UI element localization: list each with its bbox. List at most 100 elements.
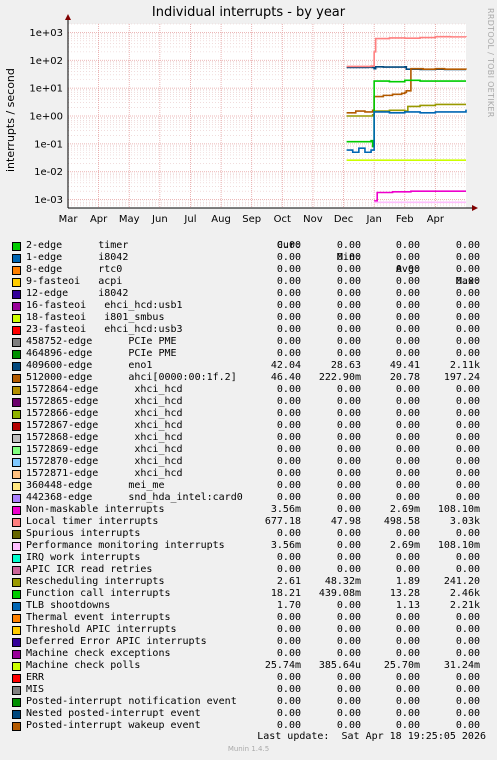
legend-row: 1572865-edge xhci_hcd 0.00 0.00 0.00 0.00 [12, 396, 488, 408]
munin-version: Munin 1.4.5 [227, 745, 270, 753]
x-axis-arrow [472, 205, 478, 211]
legend-max: 108.10m [437, 540, 480, 551]
legend-series-name: 18-fasteoi i801_smbus [26, 312, 165, 323]
legend-swatch [12, 662, 21, 671]
legend-max: 0.00 [455, 672, 480, 683]
legend-swatch [12, 446, 21, 455]
legend-series-name: 1572871-edge xhci_hcd [26, 468, 183, 479]
x-tick-label: Mar [59, 214, 79, 225]
legend-swatch [12, 638, 21, 647]
y-axis-label: interrupts / second [4, 68, 17, 172]
legend-row: Machine check exceptions 0.00 0.00 0.00 0.00 [12, 648, 488, 660]
legend-series-name: 1572868-edge xhci_hcd [26, 432, 183, 443]
legend-max: 0.00 [455, 336, 480, 347]
legend-swatch [12, 290, 21, 299]
y-tick-label: 1e-02 [34, 167, 63, 178]
legend-max: 0.00 [455, 696, 480, 707]
legend-swatch [12, 386, 21, 395]
x-tick-label: Nov [303, 214, 323, 225]
legend-series-name: 1572869-edge xhci_hcd [26, 444, 183, 455]
legend-row: 458752-edge PCIe PME 0.00 0.00 0.00 0.00 [12, 336, 488, 348]
legend-row: 1572871-edge xhci_hcd 0.00 0.00 0.00 0.00 [12, 468, 488, 480]
legend-row: Rescheduling interrupts 2.61 48.32m 1.89 241… [12, 576, 488, 588]
legend-max: 197.24 [443, 372, 480, 383]
legend-swatch [12, 314, 21, 323]
legend-row: 442368-edge snd_hda_intel:card0 0.00 0.00 0… [12, 492, 488, 504]
legend-swatch [12, 566, 21, 575]
legend-max: 0.00 [455, 648, 480, 659]
legend-swatch [12, 266, 21, 275]
last-update-label: Last update: [257, 731, 330, 742]
rrdtool-credit: RRDTOOL / TOBI OETIKER [486, 8, 495, 118]
legend-series-name: 409600-edge eno1 [26, 360, 153, 371]
x-tick-label: Apr [427, 214, 445, 225]
legend-max: 0.00 [455, 324, 480, 335]
legend-max: 0.00 [455, 384, 480, 395]
legend-row: 1572870-edge xhci_hcd 0.00 0.00 0.00 0.00 [12, 456, 488, 468]
legend-max: 0.00 [455, 252, 480, 263]
legend-max: 0.00 [455, 708, 480, 719]
legend-swatch [12, 350, 21, 359]
legend-swatch [12, 698, 21, 707]
x-tick-label: Apr [90, 214, 108, 225]
legend-series-name: Local timer interrupts [26, 516, 159, 527]
legend-max: 0.00 [455, 300, 480, 311]
legend-series-name: Non-maskable interrupts [26, 504, 165, 515]
legend-max: 0.00 [455, 348, 480, 359]
legend-series-name: 9-fasteoi acpi [26, 276, 123, 287]
chart-canvas: 1e-03 1e-02 1e-01 1e+00 1e+01 1e+02 1e+03 Mar Ap… [29, 14, 478, 225]
legend-series-name: 16-fasteoi ehci_hcd:usb1 [26, 300, 183, 311]
legend-swatch [12, 554, 21, 563]
x-tick-label: Aug [211, 214, 231, 225]
legend-row: Performance monitoring interrupts 3.56m 0.… [12, 540, 488, 552]
legend-swatch [12, 410, 21, 419]
legend-swatch [12, 398, 21, 407]
legend-series-name: 23-fasteoi ehci_hcd:usb3 [26, 324, 183, 335]
legend-max: 241.20 [443, 576, 480, 587]
legend-swatch [12, 494, 21, 503]
legend-row: 360448-edge mei_me 0.00 0.00 0.00 0.00 [12, 480, 488, 492]
legend-series-name: Posted-interrupt notification event [26, 696, 237, 707]
legend-row: 1-edge i8042 0.00 0.00 0.00 0.00 [12, 252, 488, 264]
legend-series-name: 464896-edge PCIe PME [26, 348, 177, 359]
legend-swatch [12, 530, 21, 539]
legend-max: 2.46k [449, 588, 480, 599]
legend-row: 409600-edge eno1 42.04 28.63 49.41 2.11k [12, 360, 488, 372]
legend-swatch [12, 470, 21, 479]
x-tick-label: Oct [274, 214, 291, 225]
y-tick-label: 1e-01 [34, 139, 63, 150]
legend-swatch [12, 578, 21, 587]
legend-series-name: 1572865-edge xhci_hcd [26, 396, 183, 407]
legend-series-name: Thermal event interrupts [26, 612, 171, 623]
legend-swatch [12, 302, 21, 311]
y-tick-label: 1e+02 [29, 56, 63, 67]
legend-swatch [12, 686, 21, 695]
legend-header: Cur: Min: Avg: Max: [12, 228, 488, 287]
legend-row: Spurious interrupts 0.00 0.00 0.00 0.00 [12, 528, 488, 540]
legend-row: MIS 0.00 0.00 0.00 0.00 [12, 684, 488, 696]
x-tick-label: Feb [396, 214, 414, 225]
legend-series-name: Nested posted-interrupt event [26, 708, 201, 719]
x-tick-label: Jan [365, 214, 381, 225]
legend-row: 1572864-edge xhci_hcd 0.00 0.00 0.00 0.00 [12, 384, 488, 396]
legend-max: 0.00 [455, 444, 480, 455]
legend-row: Posted-interrupt notification event 0.00 0… [12, 696, 488, 708]
legend-series-name: 8-edge rtc0 [26, 264, 123, 275]
legend-series-name: Function call interrupts [26, 588, 171, 599]
legend-series-name: Posted-interrupt wakeup event [26, 720, 201, 731]
x-tick-label: Jun [151, 214, 168, 225]
legend-series-name: 512000-edge ahci[0000:00:1f.2] [26, 372, 237, 383]
legend-row: 512000-edge ahci[0000:00:1f.2] 46.40 222.9… [12, 372, 488, 384]
legend-series-name: MIS [26, 684, 45, 695]
legend-swatch [12, 542, 21, 551]
legend-swatch [12, 242, 21, 251]
legend-max: 3.03k [449, 516, 480, 527]
legend-swatch [12, 674, 21, 683]
legend-series-name: ERR [26, 672, 45, 683]
legend-max: 0.00 [455, 528, 480, 539]
legend-max: 108.10m [437, 504, 480, 515]
legend-swatch [12, 518, 21, 527]
legend-max: 0.00 [455, 468, 480, 479]
y-tick-label: 1e+00 [29, 112, 63, 123]
legend-max: 0.00 [455, 240, 480, 251]
